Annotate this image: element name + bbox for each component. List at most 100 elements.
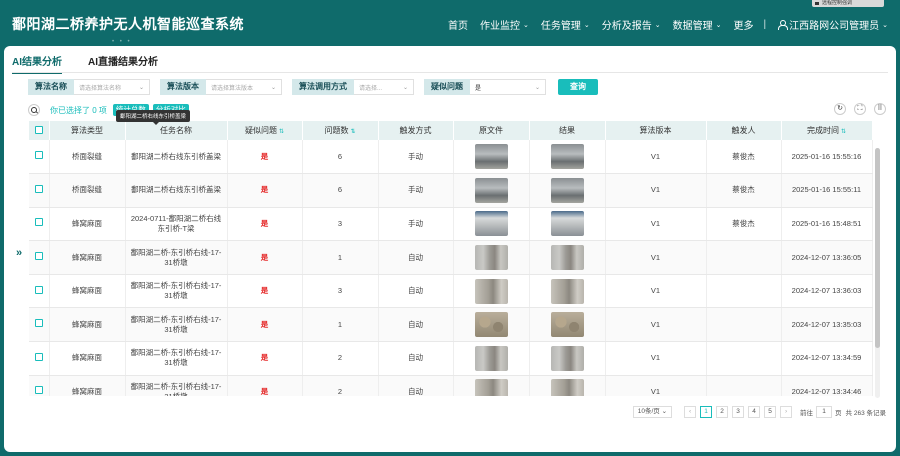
result-thumbnail[interactable]: [550, 211, 584, 237]
table-row[interactable]: 蜂窝麻面鄱阳湖二桥-东引桥右线-17-31桥墩是2自动 V1 2024-12-07 …: [29, 375, 873, 396]
query-button[interactable]: 查询: [558, 79, 598, 95]
original-thumbnail[interactable]: [474, 144, 508, 170]
original-thumbnail[interactable]: [474, 278, 508, 304]
nav-item[interactable]: 数据管理 ⌄: [673, 17, 722, 32]
row-select-cell[interactable]: [29, 207, 50, 242]
goto-page-input[interactable]: 1: [816, 406, 833, 418]
result-thumbnail[interactable]: [550, 345, 584, 371]
issue-count-cell: 2: [302, 375, 379, 396]
row-checkbox[interactable]: [34, 319, 43, 328]
result-thumbnail[interactable]: [550, 379, 584, 396]
nav-item[interactable]: 作业监控 ⌄: [480, 17, 529, 32]
algo-name-select[interactable]: 请选择算法名称 ⌄: [74, 79, 150, 95]
filter-label-algo-name: 算法名称: [28, 79, 74, 95]
result-thumbnail[interactable]: [550, 278, 584, 304]
table-row[interactable]: 蜂窝麻面 鄱阳湖二桥-东引桥右线-17-31桥墩是 1 自动 V1 2024-12-07 …: [29, 307, 873, 343]
row-select-cell[interactable]: [29, 140, 50, 175]
page-number-button[interactable]: 1: [700, 406, 713, 418]
table-row[interactable]: 蜂窝麻面 鄱阳湖二桥-东引桥右线-17-31桥墩是 1 自动 V1 2024-12-07 …: [29, 240, 873, 275]
call-method-select[interactable]: 请选择... ⌄: [354, 79, 414, 95]
task-name-cell: 鄱阳湖二桥-东引桥右线-17-31桥墩: [125, 341, 228, 376]
table-row[interactable]: 蜂窝麻面鄱阳湖二桥-东引桥右线-17-31桥墩是2自动 V1 2024-12-07 …: [29, 341, 873, 376]
page-number-button[interactable]: 2: [716, 406, 729, 418]
table-row[interactable]: 桥面裂缝 鄱阳湖二桥右线东引桥盖梁是 6 手动 V1 蔡俊杰 2025-01-16 15:5…: [29, 173, 873, 208]
row-checkbox[interactable]: [34, 218, 43, 227]
sort-icon[interactable]: ⇅: [841, 129, 846, 135]
table-tools: ↻ ⛶ ⠿: [826, 103, 886, 115]
original-thumbnail[interactable]: [474, 177, 508, 203]
row-checkbox[interactable]: [34, 184, 43, 193]
trigger-method-cell: 手动: [378, 140, 454, 175]
sort-icon[interactable]: ⇅: [279, 129, 284, 135]
result-thumbnail[interactable]: [550, 177, 584, 203]
row-select-cell[interactable]: [29, 307, 50, 343]
original-thumbnail[interactable]: [474, 379, 508, 396]
tab-ai-live-result-analysis[interactable]: AI直播结果分析: [88, 53, 158, 74]
table-row[interactable]: 蜂窝麻面 2024-0711-鄱阳湖二桥右线东引桥-T梁是 3 手动 V1 蔡俊杰 2025…: [29, 207, 873, 242]
algo-type-cell: 蜂窝麻面: [49, 207, 126, 242]
algo-type-cell: 桥面裂缝: [49, 173, 126, 208]
next-page-button[interactable]: ›: [780, 406, 793, 418]
sort-icon[interactable]: ⇅: [350, 129, 355, 135]
select-all-checkbox[interactable]: [34, 125, 43, 134]
row-select-cell[interactable]: [29, 341, 50, 376]
row-select-cell[interactable]: [29, 173, 50, 208]
table-scrollbar[interactable]: [875, 148, 880, 398]
header-original-file: 原文件: [453, 121, 530, 140]
user-menu[interactable]: 江西路网公司管理员 ⌄: [778, 17, 888, 32]
row-checkbox[interactable]: [34, 386, 43, 395]
page-number-button[interactable]: 3: [732, 406, 745, 418]
refresh-icon[interactable]: ↻: [834, 103, 846, 115]
nav-item[interactable]: 分析及报告 ⌄: [602, 17, 661, 32]
result-cell: [529, 140, 606, 175]
nav-item[interactable]: 更多: [734, 17, 754, 32]
row-checkbox[interactable]: [34, 285, 43, 294]
search-icon[interactable]: [28, 104, 40, 116]
nav-item[interactable]: 任务管理 ⌄: [541, 17, 590, 32]
page-number-button[interactable]: 4: [748, 406, 761, 418]
columns-grid-icon[interactable]: ⠿: [874, 103, 886, 115]
remote-control-badge[interactable]: 远程控制强调: [812, 0, 884, 7]
task-name-cell: 鄱阳湖二桥-东引桥右线-17-31桥墩: [125, 375, 228, 396]
call-method-placeholder: 请选择...: [359, 85, 383, 92]
page-size-select[interactable]: 10条/页 ⌄: [632, 406, 673, 418]
original-thumbnail[interactable]: [474, 211, 508, 237]
expand-sidebar-icon[interactable]: »: [16, 247, 22, 259]
table-row[interactable]: 桥面裂缝 鄱阳湖二桥右线东引桥盖梁是 6 手动 V1 蔡俊杰 2025-01-16 15:5…: [29, 140, 873, 175]
result-thumbnail[interactable]: [550, 312, 584, 338]
suspect-cell: 是: [227, 274, 303, 309]
select-all-header[interactable]: [29, 121, 50, 140]
original-thumbnail[interactable]: [474, 245, 508, 271]
finish-time-cell: 2025-01-16 15:48:51: [781, 207, 873, 242]
header-issue-count[interactable]: 问题数 ⇅: [302, 121, 379, 140]
row-select-cell[interactable]: [29, 240, 50, 275]
nav-item[interactable]: 首页: [448, 17, 468, 32]
original-thumbnail[interactable]: [474, 345, 508, 371]
row-checkbox[interactable]: [34, 151, 43, 160]
results-table: 算法类型 任务名称 疑似问题 ⇅ 问题数 ⇅ 触发方式 原文件 结果 算法版本 触发…: [29, 121, 873, 396]
fullscreen-icon[interactable]: ⛶: [854, 103, 866, 115]
finish-time-cell: 2024-12-07 13:34:59: [781, 341, 873, 376]
table-row[interactable]: 蜂窝麻面 鄱阳湖二桥-东引桥右线-17-31桥墩是 3 自动 V1 2024-12-07 …: [29, 274, 873, 309]
scrollbar-thumb[interactable]: [875, 148, 880, 348]
header-suspect[interactable]: 疑似问题 ⇅: [227, 121, 303, 140]
row-checkbox[interactable]: [34, 352, 43, 361]
original-thumbnail[interactable]: [474, 312, 508, 338]
page-number-button[interactable]: 5: [764, 406, 777, 418]
result-thumbnail[interactable]: [550, 144, 584, 170]
suspect-cell: 是: [227, 307, 303, 343]
algo-type-cell: 蜂窝麻面: [49, 307, 126, 343]
tab-ai-result-analysis[interactable]: AI结果分析: [12, 53, 62, 74]
original-file-cell: [453, 375, 530, 396]
algo-version-select[interactable]: 请选择算法版本 ⌄: [206, 79, 282, 95]
row-checkbox[interactable]: [34, 252, 43, 261]
header-finish-time[interactable]: 完成时间 ⇅: [781, 121, 873, 140]
suspect-select[interactable]: 是 ⌄: [470, 79, 546, 95]
row-select-cell[interactable]: [29, 274, 50, 309]
results-table-wrap: 算法类型 任务名称 疑似问题 ⇅ 问题数 ⇅ 触发方式 原文件 结果 算法版本 触发…: [29, 121, 882, 396]
header-task-name: 任务名称: [125, 121, 228, 140]
result-thumbnail[interactable]: [550, 245, 584, 271]
nav-item-label: 更多: [733, 21, 754, 32]
prev-page-button[interactable]: ‹: [684, 406, 697, 418]
row-select-cell[interactable]: [29, 375, 50, 396]
